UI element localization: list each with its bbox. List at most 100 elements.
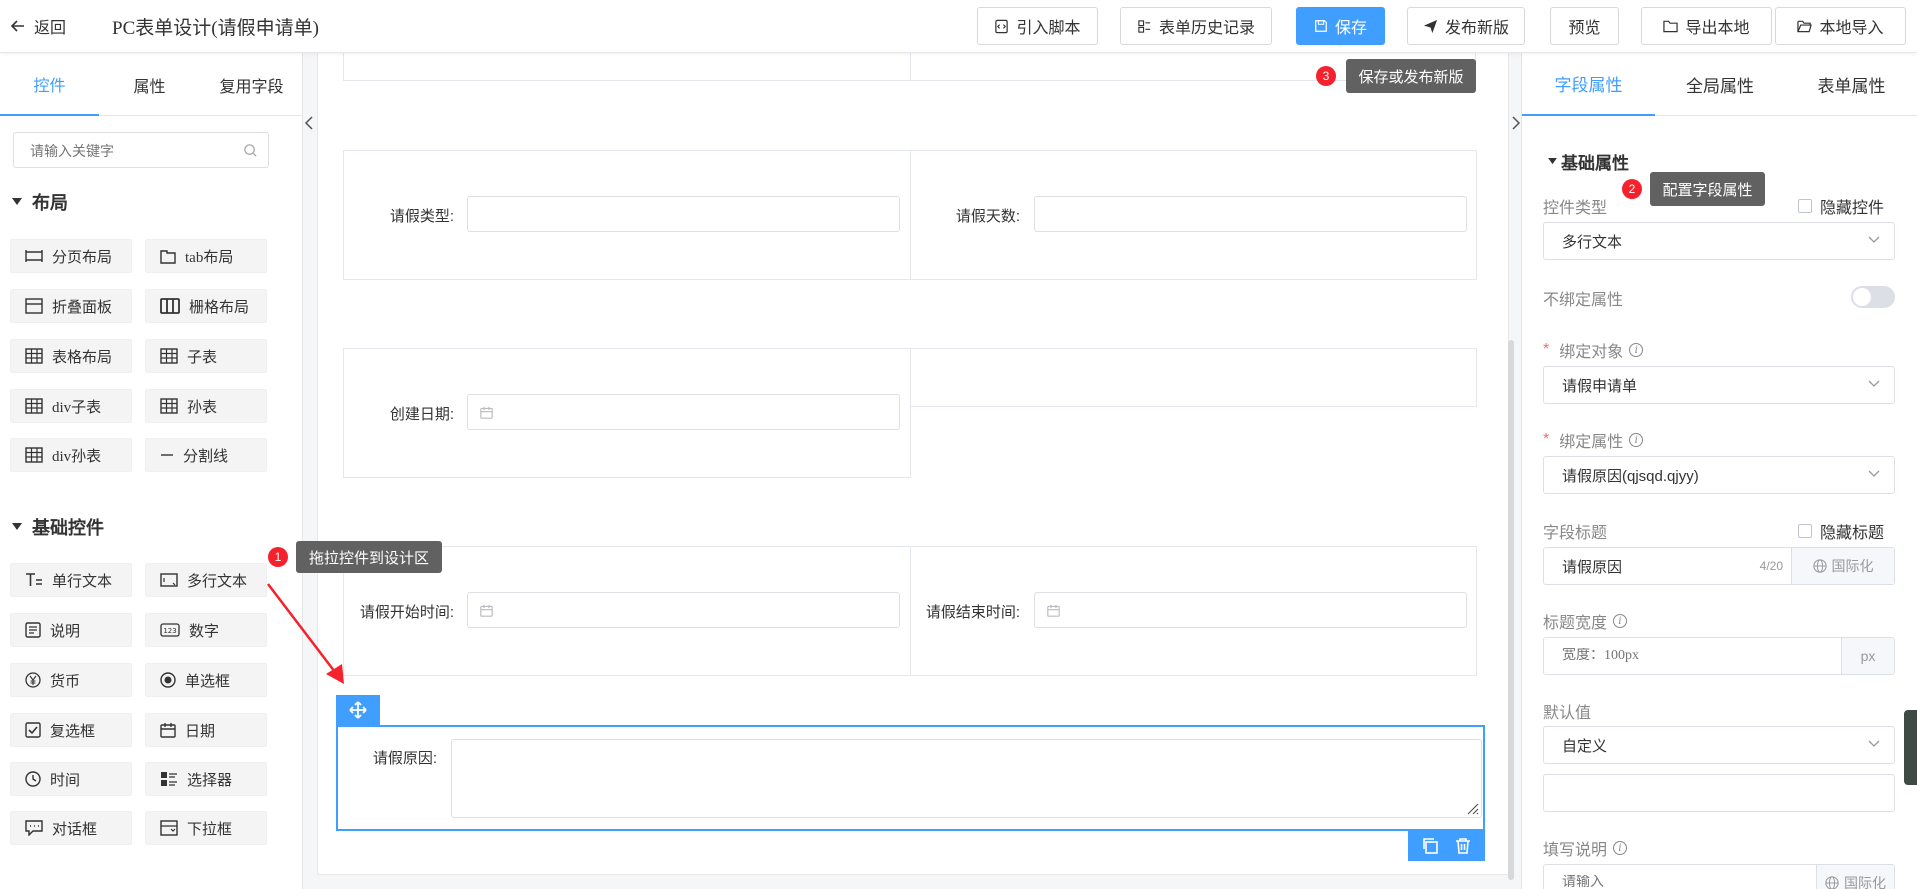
comp-tab-layout[interactable]: tab布局	[145, 239, 267, 273]
info-icon[interactable]: i	[1629, 433, 1644, 447]
default-value-select[interactable]: 自定义	[1543, 726, 1895, 764]
calendar-icon	[1047, 604, 1060, 617]
comp-dialog[interactable]: 对话框	[10, 811, 132, 845]
bind-object-select[interactable]: 请假申请单	[1543, 366, 1895, 404]
comp-multi-line-text[interactable]: 多行文本	[145, 563, 267, 597]
comp-selector[interactable]: 选择器	[145, 762, 267, 796]
comp-label: 折叠面板	[52, 299, 113, 316]
side-widget[interactable]	[1904, 710, 1917, 785]
basic-properties-header[interactable]: 基础属性	[1548, 149, 1629, 174]
copy-icon[interactable]	[1421, 837, 1439, 855]
tab-field-properties[interactable]: 字段属性	[1522, 53, 1655, 116]
canvas-scrollbar[interactable]	[1508, 340, 1514, 880]
info-icon[interactable]: i	[1629, 343, 1644, 357]
grid-cell-empty[interactable]	[910, 348, 1477, 407]
table-icon	[160, 398, 178, 414]
trash-icon[interactable]	[1454, 837, 1472, 855]
start-time-input[interactable]	[467, 592, 900, 628]
guide-badge-3: 3	[1316, 66, 1336, 86]
control-type-select[interactable]: 多行文本	[1543, 222, 1895, 260]
comp-div-subtable[interactable]: div子表	[10, 389, 132, 423]
tab-reuse-fields[interactable]: 复用字段	[200, 53, 303, 116]
back-button[interactable]: 返回	[10, 14, 66, 38]
collapse-left-icon[interactable]	[304, 115, 314, 131]
reason-textarea[interactable]	[451, 739, 1482, 818]
bind-attr-select[interactable]: 请假原因(qjsqd.qjyy)	[1543, 456, 1895, 494]
hide-title-checkbox[interactable]: 隐藏标题	[1798, 519, 1884, 543]
i18n-button[interactable]: 国际化	[1791, 548, 1894, 584]
info-icon[interactable]: i	[1613, 614, 1628, 628]
resize-handle-icon[interactable]	[1465, 801, 1479, 815]
yen-icon	[25, 672, 41, 688]
comp-radio[interactable]: 单选框	[145, 663, 267, 697]
save-label: 保存	[1334, 20, 1367, 37]
history-button[interactable]: 表单历史记录	[1120, 7, 1272, 45]
tab-global-properties[interactable]: 全局属性	[1655, 53, 1785, 116]
guide-badge-2: 2	[1622, 179, 1642, 199]
grid-layout-icon	[160, 298, 180, 314]
comp-time[interactable]: 时间	[10, 762, 132, 796]
collapse-right-icon[interactable]	[1511, 115, 1521, 131]
comp-label: 子表	[187, 349, 218, 366]
fill-desc-input[interactable]	[1562, 875, 1816, 889]
drag-handle[interactable]	[336, 695, 380, 725]
comp-table-layout[interactable]: 表格布局	[10, 339, 132, 373]
unbind-toggle[interactable]	[1851, 286, 1895, 308]
comp-single-line-text[interactable]: 单行文本	[10, 563, 132, 597]
comp-div-grandchild-table[interactable]: div孙表	[10, 438, 132, 472]
history-label: 表单历史记录	[1158, 20, 1255, 37]
chevron-down-icon	[1868, 470, 1880, 478]
field-title-input[interactable]: 请假原因 4/20 国际化	[1543, 547, 1895, 585]
fill-desc-input-group: 国际化	[1543, 864, 1895, 889]
i18n-label: 国际化	[1844, 875, 1886, 889]
comp-checkbox[interactable]: 复选框	[10, 713, 132, 747]
caret-down-icon	[12, 523, 22, 531]
info-icon[interactable]: i	[1613, 841, 1628, 855]
comp-page-layout[interactable]: 分页布局	[10, 239, 132, 273]
leave-type-input[interactable]	[467, 196, 900, 232]
comp-label: 日期	[185, 723, 216, 740]
save-button[interactable]: 保存	[1296, 7, 1385, 45]
page-layout-icon	[25, 248, 43, 264]
comp-currency[interactable]: 货币	[10, 663, 132, 697]
tab-controls[interactable]: 控件	[0, 53, 99, 116]
create-date-input[interactable]	[467, 394, 900, 430]
leave-days-input[interactable]	[1034, 196, 1467, 232]
label-text: 控件类型	[1543, 200, 1608, 217]
publish-button[interactable]: 发布新版	[1407, 7, 1525, 45]
tab-form-properties[interactable]: 表单属性	[1785, 53, 1917, 116]
import-local-button[interactable]: 本地导入	[1775, 7, 1906, 45]
comp-grandchild-table[interactable]: 孙表	[145, 389, 267, 423]
comp-divider[interactable]: 分割线	[145, 438, 267, 472]
layout-section-header[interactable]: 布局	[12, 189, 68, 215]
search-icon[interactable]	[243, 143, 258, 158]
guide-tip-2: 配置字段属性	[1650, 172, 1765, 206]
required-mark: *	[1543, 431, 1550, 448]
export-local-button[interactable]: 导出本地	[1641, 7, 1772, 45]
preview-button[interactable]: 预览	[1550, 7, 1619, 45]
guide-badge-1: 1	[268, 547, 288, 567]
comp-label: 下拉框	[187, 821, 233, 838]
comp-subtable[interactable]: 子表	[145, 339, 267, 373]
default-value-input[interactable]	[1543, 774, 1895, 812]
i18n-button[interactable]: 国际化	[1816, 865, 1894, 889]
tab-properties[interactable]: 属性	[99, 53, 200, 116]
chevron-down-icon	[1868, 380, 1880, 388]
import-script-button[interactable]: 引入脚本	[977, 7, 1098, 45]
comp-date[interactable]: 日期	[145, 713, 267, 747]
title-width-input[interactable]	[1562, 648, 1841, 664]
comp-description[interactable]: 说明	[10, 613, 132, 647]
hide-control-checkbox[interactable]: 隐藏控件	[1798, 194, 1884, 218]
collapse-icon	[25, 298, 43, 314]
end-time-input[interactable]	[1034, 592, 1467, 628]
comp-number[interactable]: 123 数字	[145, 613, 267, 647]
comp-label: 分页布局	[52, 249, 113, 266]
comp-label: 数字	[189, 623, 220, 640]
basic-section-header[interactable]: 基础控件	[12, 514, 104, 540]
comp-dropdown[interactable]: 下拉框	[145, 811, 267, 845]
comp-grid-layout[interactable]: 栅格布局	[145, 289, 267, 323]
label-text: 标题宽度	[1543, 615, 1608, 632]
comp-collapse-panel[interactable]: 折叠面板	[10, 289, 132, 323]
search-input[interactable]	[30, 141, 230, 161]
comp-label: 选择器	[187, 772, 233, 789]
